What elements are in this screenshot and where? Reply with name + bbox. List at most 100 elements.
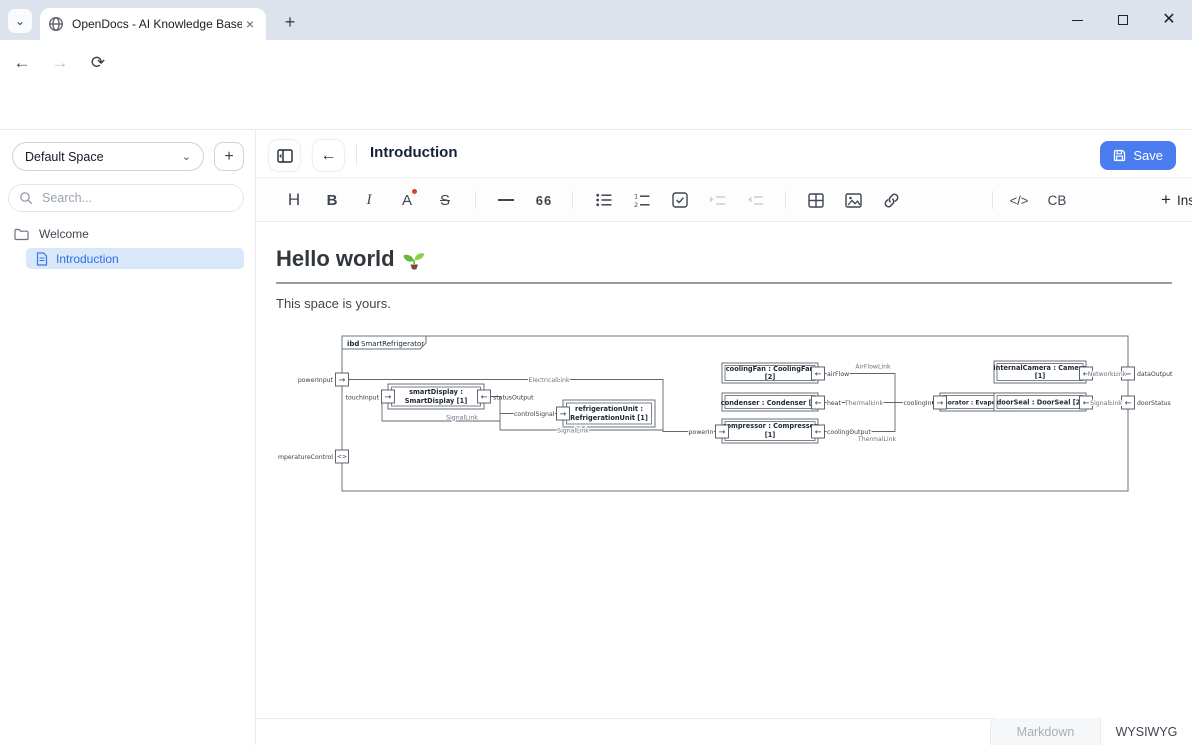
outdent-button[interactable] [740, 178, 770, 222]
back-page-button[interactable]: ← [312, 139, 345, 172]
maximize-icon [1118, 15, 1128, 25]
sidebar: Default Space ⌄ + Welcome Introduction [0, 130, 256, 745]
svg-text:doorSeal : DoorSeal [2]: doorSeal : DoorSeal [2] [997, 399, 1084, 407]
port-coolingOutput: ← [812, 425, 825, 438]
bullet-list-button[interactable] [589, 178, 619, 222]
port-arrow-icon: ← [815, 369, 822, 378]
label-thermalLink-bottom: ThermalLink [857, 436, 897, 443]
numbered-list-button[interactable]: 1 2 [627, 178, 657, 222]
editor-body[interactable]: Hello world This space is yours. [256, 222, 1192, 718]
new-tab-button[interactable]: + [276, 8, 304, 36]
blockquote-button[interactable]: 66 [529, 178, 559, 222]
sidebar-item-introduction[interactable]: Introduction [26, 248, 244, 269]
insert-button[interactable]: + Insert [1161, 178, 1192, 222]
window-maximize-button[interactable] [1100, 0, 1146, 40]
tab-close-icon[interactable]: × [242, 16, 258, 32]
label-doorStatus: doorStatus [1137, 400, 1171, 407]
page-title: Introduction [370, 144, 457, 161]
svg-text:[1]: [1] [1035, 372, 1046, 380]
divider [475, 191, 476, 209]
panel-toggle-icon [277, 149, 293, 163]
tab-search-button[interactable]: ⌄ [8, 9, 32, 33]
svg-text:coolingFan : CoolingFan: coolingFan : CoolingFan [726, 365, 815, 373]
title-rule [276, 282, 1172, 284]
add-space-button[interactable]: + [214, 142, 244, 171]
browser-titlebar: ⌄ OpenDocs - AI Knowledge Base × + ✕ [0, 0, 1192, 40]
label-signalLink-display: SignalLink [446, 415, 478, 422]
port-heat: ← [812, 396, 825, 409]
window-minimize-button[interactable] [1054, 0, 1100, 40]
port-statusOutput: ← [478, 390, 491, 403]
code-block-button[interactable]: CB [1042, 178, 1072, 222]
inline-code-button[interactable]: </> [1004, 178, 1034, 222]
table-button[interactable] [801, 178, 831, 222]
label-controlSignal: controlSignal [514, 411, 555, 418]
editor-footer: Markdown WYSIWYG [256, 718, 1192, 745]
frame-keyword: ibd [347, 340, 359, 348]
block-doorSeal: doorSeal : DoorSeal [2] [994, 393, 1086, 411]
block-internalCamera: internalCamera : Camera [1] [993, 361, 1086, 383]
plus-icon: + [1161, 190, 1171, 210]
port-arrow-icon: ← [1125, 398, 1132, 407]
forward-button[interactable]: → [44, 47, 76, 79]
bullet-list-icon [596, 193, 612, 207]
svg-text:2: 2 [634, 201, 638, 208]
bold-button[interactable]: B [317, 178, 347, 222]
window-close-button[interactable]: ✕ [1146, 0, 1192, 40]
divider [572, 191, 573, 209]
block-coolingFan: coolingFan : CoolingFan [2] [722, 363, 818, 383]
image-button[interactable] [838, 178, 868, 222]
block-smartDisplay: smartDisplay : SmartDisplay [1] [388, 384, 484, 409]
port-airFlow: ← [812, 367, 825, 380]
diagram-frame [342, 336, 1128, 491]
main-panel: ← Introduction Save H B I A S 66 [256, 130, 1192, 745]
frame-name: SmartRefrigerator [361, 340, 424, 348]
seedling-emoji-icon [403, 248, 425, 270]
browser-window: ⌄ OpenDocs - AI Knowledge Base × + ✕ ← →… [0, 0, 1192, 745]
svg-text:compressor : Compressor: compressor : Compressor [723, 422, 819, 430]
indent-button[interactable] [702, 178, 732, 222]
link-button[interactable] [876, 178, 906, 222]
port-controlSignal: → [557, 407, 570, 420]
toggle-sidebar-button[interactable] [268, 139, 301, 172]
svg-text:refrigerationUnit :: refrigerationUnit : [575, 405, 643, 413]
block-condenser: condenser : Condenser [1] [721, 393, 819, 411]
port-temperatureControl: <> [336, 450, 349, 463]
port-arrow-icon: → [339, 375, 346, 384]
tab-markdown[interactable]: Markdown [990, 718, 1100, 745]
task-list-button[interactable] [665, 178, 695, 222]
tab-wysiwyg[interactable]: WYSIWYG [1100, 718, 1192, 745]
text-color-button[interactable]: A [392, 178, 422, 222]
minimize-icon [1072, 20, 1083, 21]
italic-button[interactable]: I [354, 178, 384, 222]
label-dataOutput: dataOutput [1137, 371, 1173, 378]
svg-text:condenser : Condenser [1]: condenser : Condenser [1] [721, 399, 819, 407]
back-button[interactable]: ← [6, 47, 38, 79]
label-touchInput: touchInput [346, 394, 380, 401]
strikethrough-button[interactable]: S [430, 178, 460, 222]
heading-button[interactable]: H [279, 178, 309, 222]
hr-icon [498, 199, 514, 201]
label-thermalLink-mid: ThermalLink [844, 400, 884, 407]
label-coolingIn: coolingIn [903, 400, 931, 407]
divider [785, 191, 786, 209]
sidebar-item-welcome[interactable]: Welcome [14, 227, 89, 241]
save-button[interactable]: Save [1100, 141, 1176, 170]
label-signalLink-door: SignalLink [1090, 400, 1122, 407]
browser-tab[interactable]: OpenDocs - AI Knowledge Base × [40, 8, 266, 40]
port-touchInput: → [382, 390, 395, 403]
port-doorStatus: ← [1122, 396, 1135, 409]
numbered-list-icon: 1 2 [634, 193, 650, 208]
diagram-image[interactable]: ibd SmartRefrigerator smartDisplay : Sma… [278, 333, 1192, 499]
svg-text:SmartDisplay [1]: SmartDisplay [1] [405, 397, 468, 405]
search-box[interactable] [8, 184, 244, 212]
horizontal-rule-button[interactable] [491, 178, 521, 222]
space-select[interactable]: Default Space ⌄ [12, 142, 204, 171]
search-input[interactable] [40, 190, 210, 206]
label-powerInput: powerInput [298, 377, 334, 384]
reload-button[interactable]: ⟳ [82, 47, 114, 79]
port-bidir-icon: <> [337, 454, 347, 461]
close-icon: ✕ [1162, 12, 1175, 28]
label-networkLink: NetworkLink [1088, 371, 1127, 378]
embedded-diagram: ibd SmartRefrigerator smartDisplay : Sma… [278, 333, 1192, 499]
